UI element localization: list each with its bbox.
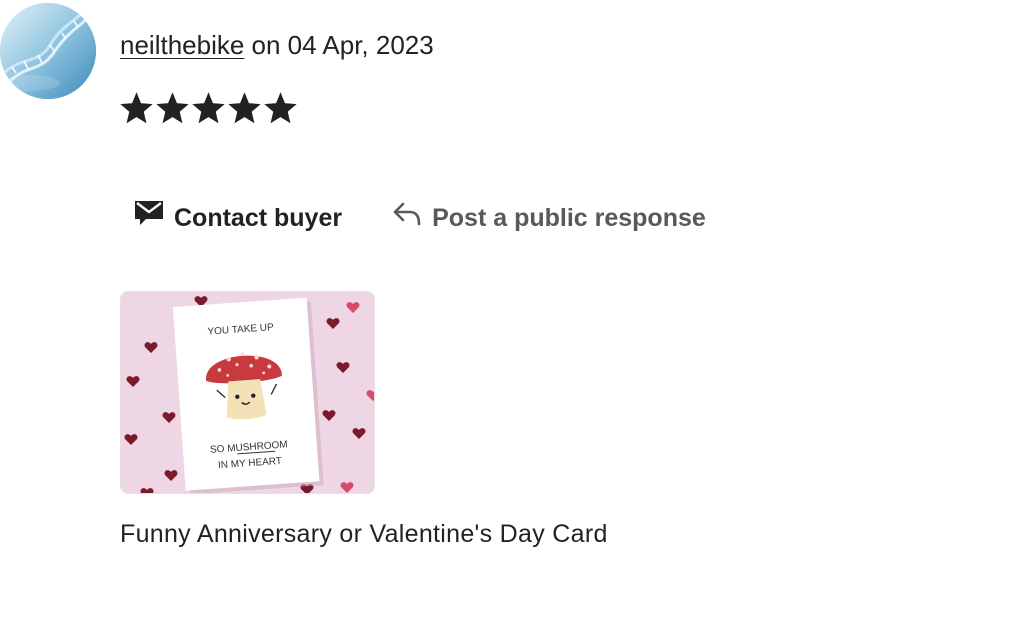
review-meta: neilthebike on 04 Apr, 2023 — [120, 28, 434, 62]
contact-buyer-label: Contact buyer — [174, 203, 343, 232]
star-rating — [120, 92, 297, 125]
contact-buyer-button[interactable]: Contact buyer — [134, 199, 342, 236]
envelope-message-icon — [134, 199, 164, 236]
review-date: on 04 Apr, 2023 — [244, 30, 434, 60]
star-filled-icon — [192, 92, 225, 124]
product-image[interactable]: YOU TAKE UP SO MUSHROOM IN MY HEART — [120, 291, 375, 494]
star-filled-icon — [228, 92, 261, 124]
reviewer-username-link[interactable]: neilthebike — [120, 30, 244, 60]
review-actions: Contact buyer Post a public response — [134, 199, 706, 236]
review-item: neilthebike on 04 Apr, 2023 Contact buye… — [0, 0, 1028, 618]
post-public-response-button[interactable]: Post a public response — [392, 200, 706, 235]
product-title-link[interactable]: Funny Anniversary or Valentine's Day Car… — [120, 517, 608, 551]
star-filled-icon — [264, 92, 297, 124]
post-public-response-label: Post a public response — [432, 203, 706, 232]
star-filled-icon — [156, 92, 189, 124]
avatar[interactable] — [0, 3, 96, 99]
dna-helix-avatar-icon — [0, 3, 96, 99]
star-filled-icon — [120, 92, 153, 124]
reply-arrow-icon — [392, 200, 422, 235]
mushroom-card-image-icon: YOU TAKE UP SO MUSHROOM IN MY HEART — [121, 292, 374, 493]
